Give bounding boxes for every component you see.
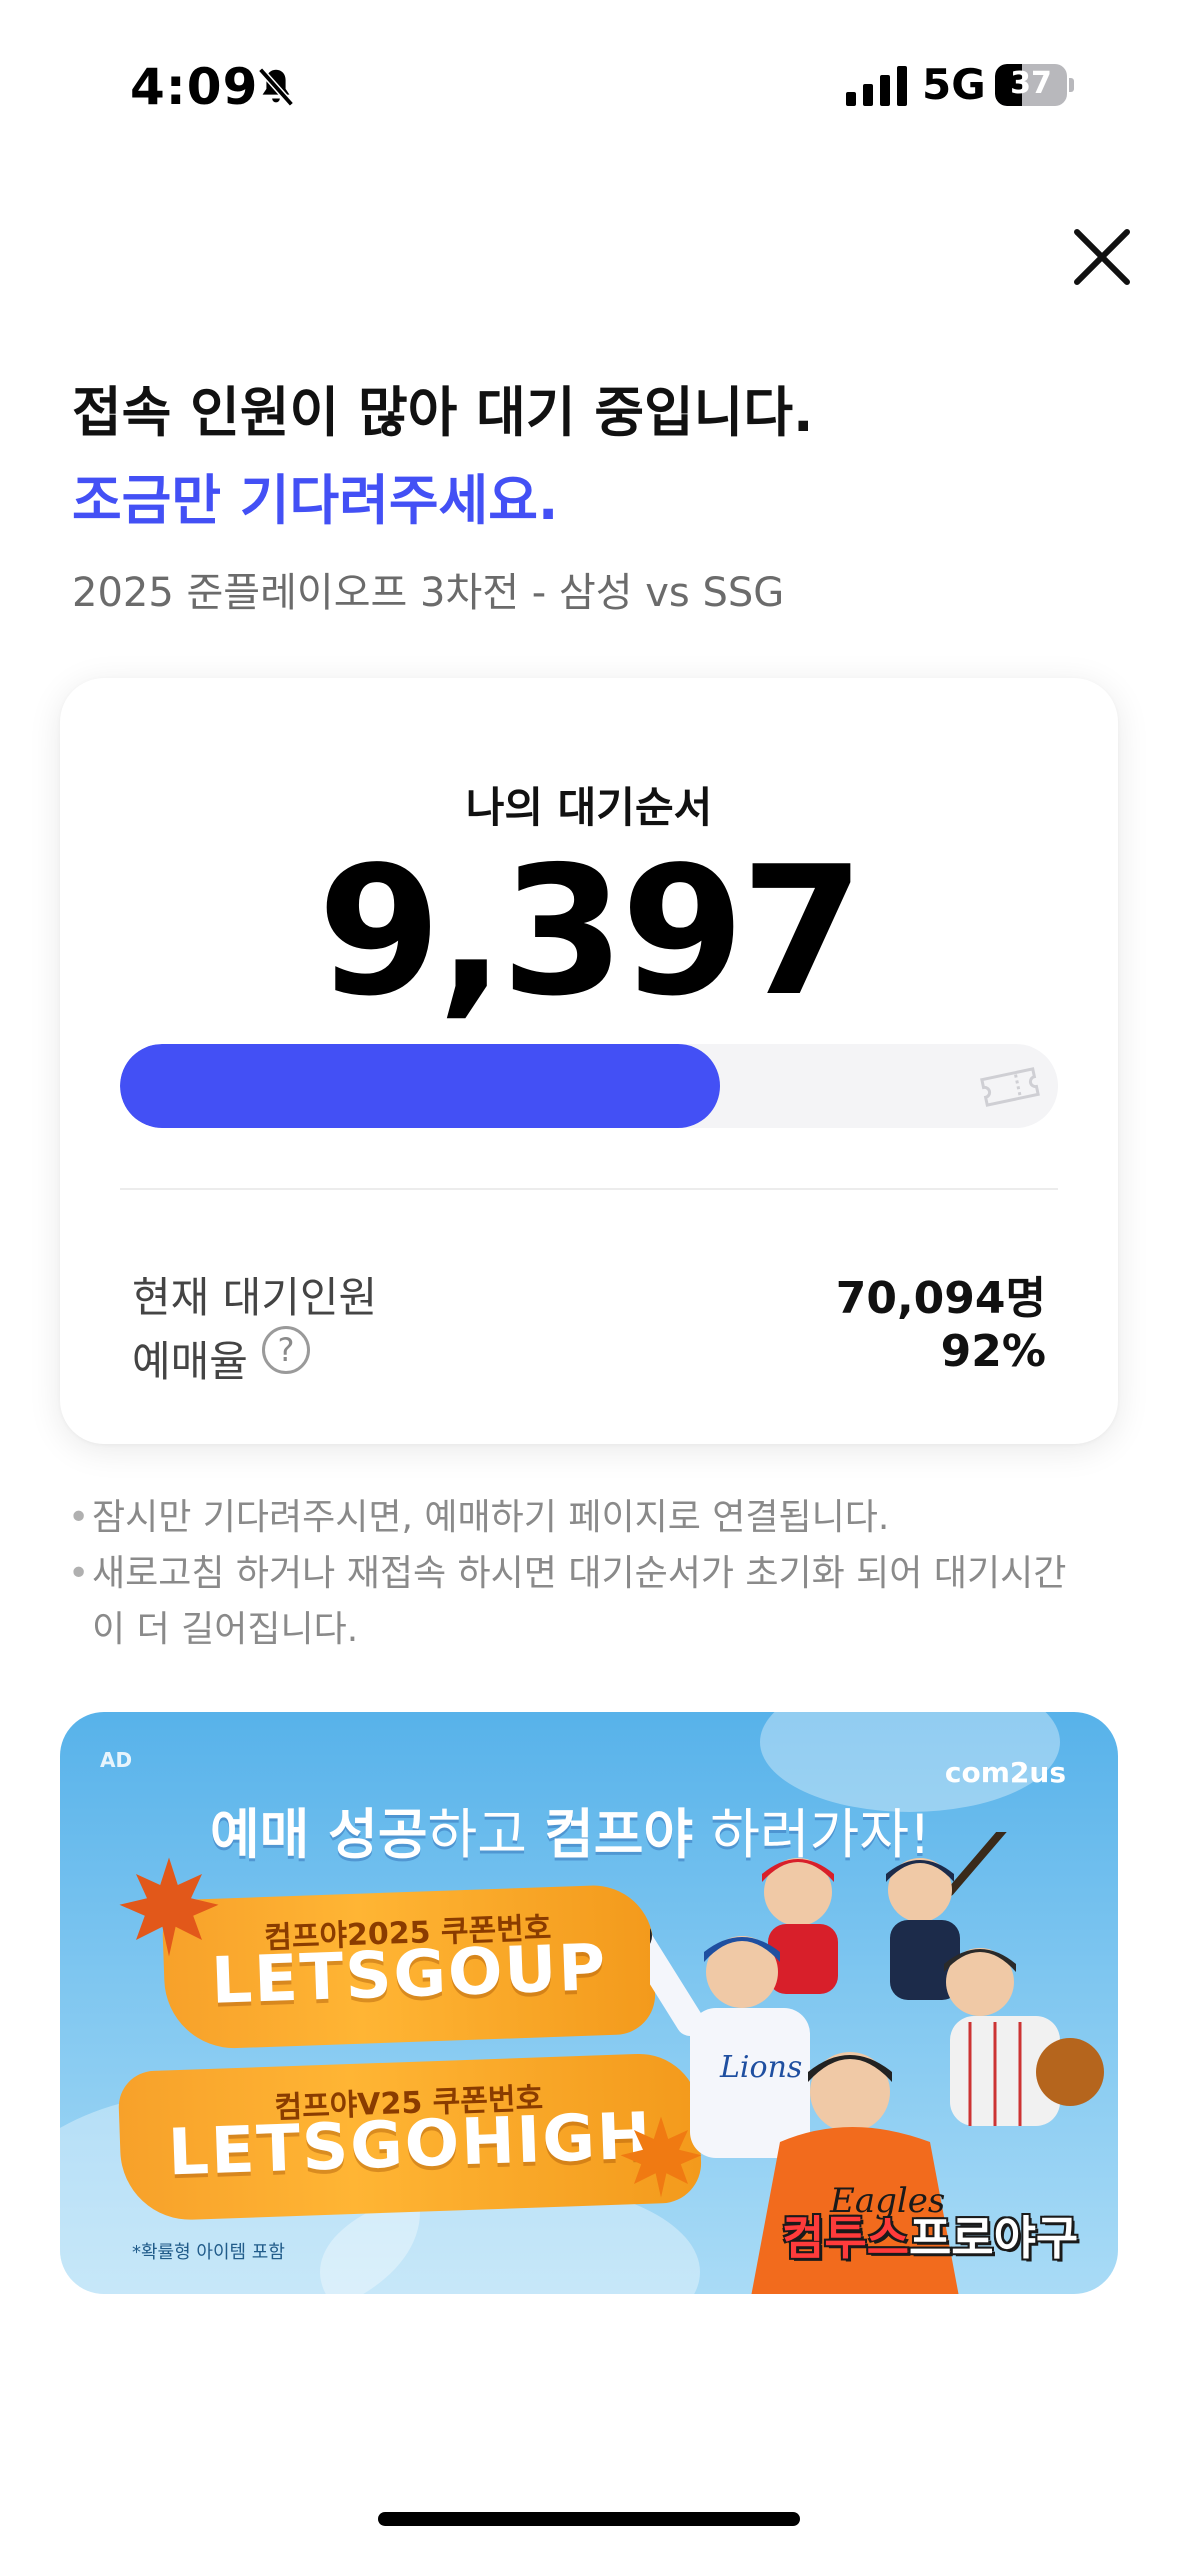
game-title-logo: 컴투스프로야구	[782, 2211, 1079, 2265]
ad-tag: AD	[100, 1748, 133, 1772]
battery-percent: 37	[1010, 66, 1052, 101]
notice-item-continued: 이 더 길어집니다.	[92, 1609, 359, 1650]
maple-leaf-icon	[119, 1857, 219, 1957]
battery-icon: 37	[995, 64, 1074, 106]
ticket-icon	[980, 1067, 1040, 1107]
status-time: 4:09	[130, 58, 259, 116]
close-icon[interactable]	[1065, 220, 1139, 294]
page-subtitle: 조금만 기다려주세요.	[72, 469, 559, 532]
ad-banner[interactable]: AD com2us 예매 성공하고 컴프야 하러가자! 컴프야2025 쿠폰번호…	[60, 1712, 1118, 2294]
queue-progress-bar	[120, 1044, 1058, 1128]
notice-item: • 잠시만 기다려주시면, 예매하기 페이지로 연결됩니다.	[68, 1497, 890, 1538]
coupon-banner-2: 컴프야V25 쿠폰번호 LETSGOHIGH	[117, 2051, 703, 2223]
notice-item: • 새로고침 하거나 재접속 하시면 대기순서가 초기화 되어 대기시간	[68, 1553, 1067, 1594]
current-waiting-label: 현재 대기인원	[132, 1273, 378, 1322]
page-title: 접속 인원이 많아 대기 중입니다.	[72, 381, 814, 444]
network-type: 5G	[922, 60, 986, 109]
queue-label: 나의 대기순서	[465, 783, 713, 832]
cellular-signal-icon	[846, 66, 907, 106]
current-waiting-value: 70,094명	[835, 1273, 1046, 1324]
booking-rate-value: 92%	[940, 1326, 1046, 1377]
queue-card: 나의 대기순서 9,397 현재 대기인원 70,094명 예매율 ? 92%	[60, 678, 1118, 1444]
ad-brand-logo: com2us	[944, 1756, 1066, 1789]
coupon-banner-1: 컴프야2025 쿠폰번호 LETSGOUP	[161, 1883, 657, 2051]
booking-rate-label: 예매율	[132, 1337, 248, 1386]
card-divider	[120, 1188, 1058, 1190]
status-bar: 4:09 5G 37	[0, 0, 1179, 160]
svg-text:Lions: Lions	[719, 2050, 802, 2085]
coupon-1-code: LETSGOUP	[210, 1931, 609, 2019]
event-name: 2025 준플레이오프 3차전 - 삼성 vs SSG	[72, 570, 785, 616]
bell-muted-icon	[258, 67, 294, 107]
queue-position: 9,397	[317, 828, 864, 1035]
ad-footnote: *확률형 아이템 포함	[132, 2242, 285, 2263]
notice-list: • 잠시만 기다려주시면, 예매하기 페이지로 연결됩니다. • 새로고침 하거나 …	[68, 1490, 1118, 1658]
home-indicator[interactable]	[378, 2512, 800, 2526]
help-icon[interactable]: ?	[262, 1326, 310, 1374]
queue-progress-fill	[120, 1044, 721, 1128]
